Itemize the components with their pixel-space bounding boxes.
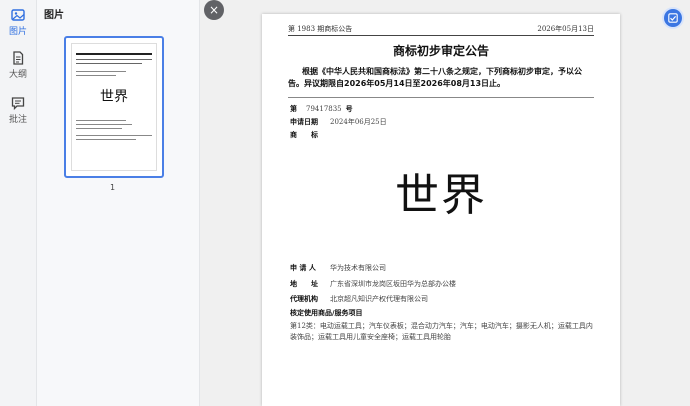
document-page: 第 1983 期商标公告 2026年05月13日 商标初步审定公告 根据《中华人…	[262, 14, 620, 406]
thumbnail-line	[76, 71, 126, 72]
rail-item-comments[interactable]: 批注	[0, 96, 36, 125]
field-label: 申请日期	[290, 118, 318, 126]
field-label: 代理机构	[290, 295, 318, 303]
rail-item-outline[interactable]: 大纲	[0, 51, 36, 80]
applicant-address: 广东省深圳市龙岗区坂田华为总部办公楼	[330, 280, 456, 288]
applicant-name: 华为技术有限公司	[330, 264, 386, 272]
goods-services-text: 第12类：电动运载工具；汽车仪表板；混合动力汽车；汽车；电动汽车；摄影无人机；运…	[290, 322, 593, 341]
thumbnail-line	[76, 139, 136, 140]
application-date: 2024年06月25日	[330, 118, 387, 126]
rail-item-images[interactable]: 图片	[0, 8, 36, 37]
thumbnail-line	[76, 135, 152, 136]
application-number: 79417835	[306, 105, 342, 113]
comment-icon	[11, 97, 25, 110]
application-date-row: 申请日期 2024年06月25日	[290, 117, 387, 127]
checklist-icon	[668, 13, 678, 23]
image-icon	[11, 9, 25, 21]
panel-title: 图片	[44, 10, 64, 21]
thumbnail-line	[76, 75, 116, 76]
section-divider	[288, 97, 594, 98]
header-divider	[288, 35, 594, 36]
page-header-issue: 第 1983 期商标公告	[288, 25, 353, 33]
rail-item-label: 批注	[8, 115, 27, 125]
applicant-row: 申 请 人 华为技术有限公司	[290, 263, 386, 273]
page-title: 商标初步审定公告	[392, 44, 489, 58]
thumbnail-line	[76, 120, 126, 121]
trademark-mark: 世界	[395, 170, 487, 221]
trademark-row: 商 标	[290, 130, 330, 140]
agent-row: 代理机构 北京超凡知识产权代理有限公司	[290, 294, 428, 304]
thumbnail-line	[76, 63, 142, 64]
field-suffix: 号	[345, 105, 353, 113]
thumbnail-line	[76, 124, 132, 125]
field-label: 第	[290, 105, 297, 113]
left-icon-rail: 图片 大纲 批注	[0, 0, 37, 406]
intro-paragraph: 根据《中华人民共和国商标法》第二十八条之规定，下列商标初步审定，予以公告。异议期…	[288, 67, 582, 88]
field-label: 申 请 人	[290, 264, 316, 272]
close-button[interactable]: ×	[204, 0, 224, 20]
floating-action-button[interactable]	[664, 9, 682, 27]
thumbnail-line	[76, 128, 122, 129]
rail-item-label: 大纲	[8, 70, 27, 80]
agent-name: 北京超凡知识产权代理有限公司	[330, 295, 428, 303]
thumbnail-panel: 图片 世界 1	[37, 0, 200, 406]
address-row: 地 址 广东省深圳市龙岗区坂田华为总部办公楼	[290, 279, 456, 289]
close-icon: ×	[208, 3, 220, 17]
rail-item-label: 图片	[8, 27, 27, 37]
goods-services-label: 核定使用商品/服务项目	[290, 309, 363, 317]
thumbnail-page: 世界	[71, 43, 157, 171]
thumbnail-mark: 世界	[100, 89, 128, 105]
field-label: 商 标	[290, 131, 318, 139]
thumbnail-title-bar	[76, 53, 152, 55]
field-label: 地 址	[290, 280, 318, 288]
thumbnail-line	[76, 59, 152, 60]
thumbnail-page-number: 1	[110, 183, 116, 192]
page-header-date: 2026年05月13日	[537, 25, 594, 33]
page-thumbnail[interactable]: 世界	[64, 36, 164, 178]
application-number-row: 第 79417835 号	[290, 104, 353, 114]
document-outline-icon	[13, 51, 24, 65]
